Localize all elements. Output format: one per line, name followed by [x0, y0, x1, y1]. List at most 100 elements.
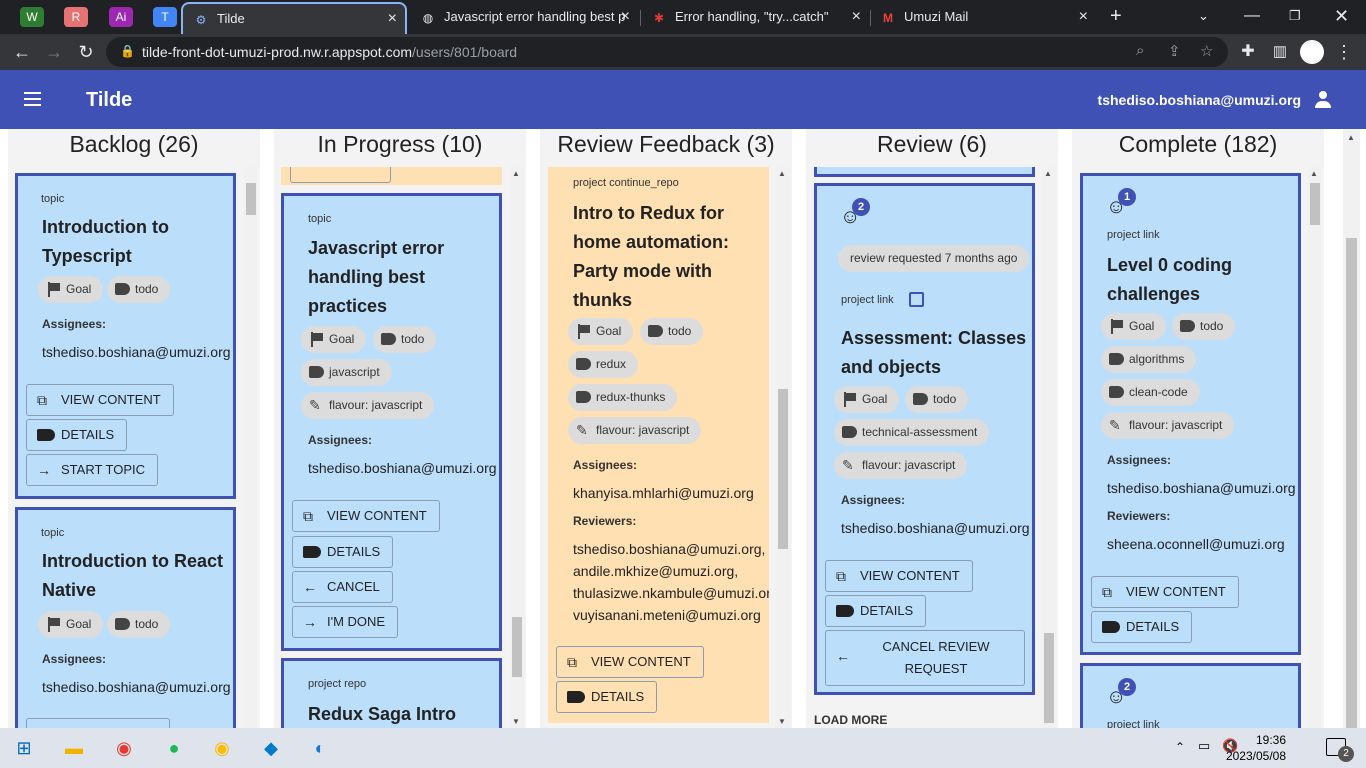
- scrollbar-thumb[interactable]: [1310, 183, 1320, 225]
- column-scrollbar[interactable]: ▲ ▼: [510, 167, 524, 728]
- spotify-icon[interactable]: ●: [160, 734, 188, 762]
- column-scrollbar[interactable]: ▲ ▼: [776, 167, 790, 728]
- view-content-button[interactable]: ⧉ VIEW CONTENT: [556, 646, 704, 678]
- scrollbar-thumb[interactable]: [246, 183, 256, 215]
- scrollbar-thumb[interactable]: [778, 389, 788, 549]
- cancel-review-request-button[interactable]: ← CANCEL REVIEW REQUEST: [825, 630, 1025, 686]
- scroll-up-arrow-icon[interactable]: ▲: [778, 169, 786, 178]
- view-content-button[interactable]: ⧉ VIEW CONTENT: [26, 384, 174, 416]
- details-button[interactable]: DETAILS: [556, 681, 658, 713]
- close-tab-icon[interactable]: ×: [621, 2, 630, 32]
- details-button[interactable]: DETAILS: [292, 536, 394, 568]
- column-scrollbar[interactable]: [244, 167, 258, 728]
- bookmark-star-icon[interactable]: ☆: [1200, 42, 1213, 60]
- share-icon[interactable]: ⇪: [1168, 42, 1181, 60]
- assignees-label: Assignees:: [841, 493, 906, 507]
- start-topic-button[interactable]: → START TOPIC: [26, 454, 159, 486]
- hamburger-menu-icon[interactable]: [24, 92, 41, 106]
- browser-toolbar: ← → ↻ 🔒 tilde-front-dot-umuzi-prod.nw.r.…: [0, 34, 1366, 70]
- edge-icon[interactable]: ◐: [306, 734, 334, 762]
- network-icon[interactable]: ▭: [1198, 738, 1210, 754]
- tab-try-catch[interactable]: ✱ Error handling, "try...catch" ×: [641, 2, 869, 34]
- pinned-tab-r[interactable]: R: [64, 7, 88, 27]
- page-scrollbar[interactable]: ▲: [1343, 129, 1360, 728]
- browser-menu-icon[interactable]: ⋮: [1332, 40, 1356, 64]
- restore-button[interactable]: ❐: [1289, 0, 1301, 34]
- pinned-tab-t[interactable]: T: [153, 7, 177, 27]
- scroll-up-arrow-icon[interactable]: ▲: [512, 169, 520, 178]
- load-more-button[interactable]: LOAD MORE: [814, 713, 887, 727]
- chrome-icon[interactable]: ◉: [110, 734, 138, 762]
- card-type: project link: [1107, 719, 1160, 728]
- view-content-button[interactable]: ⧉ VIEW CONTENT: [292, 500, 440, 532]
- file-explorer-icon[interactable]: ▬: [60, 734, 88, 762]
- column-scrollbar[interactable]: ▲: [1042, 167, 1056, 728]
- details-button[interactable]: DETAILS: [825, 595, 927, 627]
- assignee-email: khanyisa.mhlarhi@umuzi.org: [573, 485, 754, 501]
- scroll-up-arrow-icon[interactable]: ▲: [1310, 169, 1318, 178]
- scroll-down-arrow-icon[interactable]: ▼: [778, 717, 786, 726]
- tag-chip: Goal: [834, 386, 900, 413]
- zoom-icon[interactable]: ⌕: [1136, 42, 1144, 59]
- scroll-up-arrow-icon[interactable]: ▲: [1347, 133, 1355, 142]
- account-icon[interactable]: [1314, 91, 1332, 109]
- details-button[interactable]: DETAILS: [26, 419, 128, 451]
- tab-umuzi-mail[interactable]: M Umuzi Mail ×: [870, 2, 1096, 34]
- project-link-checkbox[interactable]: [909, 292, 924, 307]
- browser-tab-strip: W R Ai T ⚙ Tilde × ◍ Javascript error ha…: [0, 0, 1366, 34]
- side-panel-icon[interactable]: ▥: [1268, 40, 1292, 64]
- column-scrollbar[interactable]: ▲: [1308, 167, 1322, 728]
- close-window-button[interactable]: ✕: [1334, 0, 1349, 34]
- view-content-button[interactable]: ⧉ VIEW CONTENT: [825, 560, 973, 592]
- view-content-button[interactable]: [26, 718, 170, 728]
- app-header: Tilde tshediso.boshiana@umuzi.org: [0, 70, 1366, 129]
- close-tab-icon[interactable]: ×: [388, 4, 397, 34]
- column-title: Review Feedback (3): [557, 131, 775, 157]
- flag-icon: [842, 392, 858, 407]
- tab-js-error-handling[interactable]: ◍ Javascript error handling best p ×: [410, 2, 638, 34]
- im-done-button[interactable]: → I'M DONE: [292, 606, 399, 638]
- scroll-down-arrow-icon[interactable]: ▼: [512, 717, 520, 726]
- pinned-tab-ai[interactable]: Ai: [109, 7, 133, 27]
- close-tab-icon[interactable]: ×: [1079, 2, 1088, 32]
- reload-icon[interactable]: ↻: [74, 40, 98, 64]
- scrollbar-thumb[interactable]: [1044, 633, 1054, 723]
- flag-icon: [1109, 319, 1125, 334]
- minimize-button[interactable]: —: [1244, 0, 1260, 34]
- chrome-icon[interactable]: ◉: [208, 734, 236, 762]
- flag-icon: [309, 332, 325, 347]
- tab-tilde[interactable]: ⚙ Tilde ×: [181, 2, 407, 34]
- scrollbar-thumb[interactable]: [1346, 238, 1357, 728]
- view-content-button[interactable]: ⧉ VIEW CONTENT: [1091, 576, 1239, 608]
- scrollbar-thumb[interactable]: [512, 617, 522, 677]
- label-icon: [309, 366, 324, 378]
- tag-chip: todo: [1172, 313, 1236, 340]
- arrow-right-icon: →: [37, 462, 51, 478]
- new-tab-button[interactable]: +: [1110, 0, 1122, 34]
- show-hidden-icons-chevron-icon[interactable]: ⌃: [1175, 740, 1185, 754]
- tag-chip: Goal: [1101, 313, 1167, 340]
- card: project continue_repo Intro to Redux for…: [548, 167, 769, 723]
- cancel-button[interactable]: ← CANCEL: [292, 571, 393, 603]
- back-arrow-icon[interactable]: ←: [10, 40, 34, 64]
- address-bar[interactable]: 🔒 tilde-front-dot-umuzi-prod.nw.r.appspo…: [106, 37, 1228, 67]
- label-icon: [1109, 386, 1124, 398]
- vscode-icon[interactable]: ◆: [257, 734, 285, 762]
- scroll-up-arrow-icon[interactable]: ▲: [1044, 169, 1052, 178]
- card: [281, 167, 502, 185]
- details-button[interactable]: DETAILS: [1091, 611, 1193, 643]
- close-tab-icon[interactable]: ×: [852, 2, 861, 32]
- card: ☺ 1 project link Level 0 coding challeng…: [1080, 173, 1301, 655]
- extensions-icon[interactable]: ✚: [1236, 40, 1260, 64]
- forward-arrow-icon[interactable]: →: [42, 40, 66, 64]
- kanban-board: Backlog (26) topic Introduction to Types…: [0, 129, 1366, 728]
- url-text[interactable]: tilde-front-dot-umuzi-prod.nw.r.appspot.…: [142, 44, 517, 60]
- system-clock[interactable]: 19:36 2023/05/08: [1226, 732, 1286, 764]
- pinned-tab-w[interactable]: W: [20, 7, 44, 27]
- card-button[interactable]: [290, 167, 391, 183]
- assignees-label: Assignees:: [1107, 453, 1172, 467]
- assignee-email: tshediso.boshiana@umuzi.org: [42, 344, 231, 360]
- profile-avatar[interactable]: [1300, 40, 1324, 64]
- tab-search-chevron-icon[interactable]: ⌄: [1198, 0, 1209, 34]
- windows-start-icon[interactable]: ⊞: [10, 734, 38, 762]
